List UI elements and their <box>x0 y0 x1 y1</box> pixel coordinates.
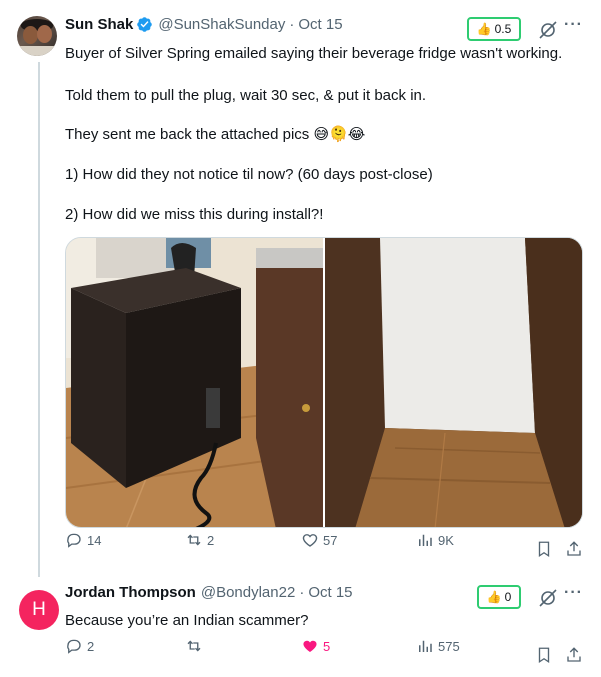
score-value: 0.5 <box>494 22 512 36</box>
thumbs-up-icon: 👍 <box>486 590 502 604</box>
media-gallery[interactable] <box>65 237 583 528</box>
timestamp[interactable]: Oct 15 <box>308 584 352 601</box>
repost-button[interactable]: 2 <box>185 531 214 549</box>
photo-empty-cabinet[interactable] <box>325 238 582 527</box>
repost-icon <box>187 534 201 546</box>
reply-count: 2 <box>87 638 95 654</box>
handle[interactable]: @Bondylan22 <box>201 584 295 601</box>
tweet-text-line: Told them to pull the plug, wait 30 sec,… <box>65 87 427 104</box>
avatar[interactable] <box>17 16 57 56</box>
tweet-text: Because you’re an Indian scammer? <box>65 612 309 629</box>
score-value: 0 <box>504 590 512 604</box>
mute-icon[interactable] <box>538 20 558 40</box>
tweet-text-line: 2) How did we miss this during install?! <box>65 206 324 223</box>
like-button[interactable]: 57 <box>301 531 337 549</box>
reply-icon <box>67 639 81 654</box>
photo-fridge[interactable] <box>66 238 323 527</box>
like-button[interactable]: 5 <box>301 637 330 655</box>
views-count: 9K <box>438 532 454 548</box>
score-badge[interactable]: 👍 0 <box>477 585 521 609</box>
like-icon <box>303 640 317 652</box>
tweet-text-line: Buyer of Silver Spring emailed saying th… <box>65 45 563 62</box>
reply-button[interactable]: 2 <box>65 637 94 655</box>
verified-badge-icon <box>137 17 153 32</box>
separator: · <box>299 584 305 601</box>
views-button[interactable]: 9K <box>416 531 454 549</box>
tweet-text-line: They sent me back the attached pics 😅🫠😂 <box>65 126 366 143</box>
views-count: 575 <box>438 638 460 654</box>
share-icon[interactable] <box>565 540 583 558</box>
more-icon[interactable]: ··· <box>564 16 583 34</box>
reply-count: 14 <box>87 532 102 548</box>
like-icon <box>302 534 318 547</box>
views-button[interactable]: 575 <box>416 637 460 655</box>
thumbs-up-icon: 👍 <box>476 22 492 36</box>
like-count: 57 <box>323 532 338 548</box>
display-name[interactable]: Jordan Thompson <box>65 584 196 601</box>
thread-line <box>38 62 40 577</box>
bookmark-icon[interactable] <box>535 646 553 664</box>
like-count: 5 <box>323 638 331 654</box>
avatar[interactable]: H <box>19 590 59 630</box>
views-icon <box>419 534 432 546</box>
tweet-header: Jordan Thompson @Bondylan22 · Oct 15 <box>65 584 353 601</box>
repost-count: 2 <box>207 532 215 548</box>
separator: · <box>289 16 295 33</box>
reply-icon <box>67 533 81 548</box>
share-icon[interactable] <box>565 646 583 664</box>
reply-button[interactable]: 14 <box>65 531 101 549</box>
repost-icon <box>187 640 201 652</box>
tweet-header: Sun Shak @SunShakSunday · Oct 15 <box>65 16 343 33</box>
score-badge[interactable]: 👍 0.5 <box>467 17 521 41</box>
display-name[interactable]: Sun Shak <box>65 16 133 33</box>
mute-icon[interactable] <box>538 588 558 608</box>
timestamp[interactable]: Oct 15 <box>298 16 342 33</box>
views-icon <box>419 640 432 652</box>
bookmark-icon[interactable] <box>535 540 553 558</box>
repost-button[interactable] <box>185 637 207 655</box>
tweet-text-line: 1) How did they not notice til now? (60 … <box>65 166 433 183</box>
handle[interactable]: @SunShakSunday <box>158 16 285 33</box>
more-icon[interactable]: ··· <box>564 584 583 602</box>
